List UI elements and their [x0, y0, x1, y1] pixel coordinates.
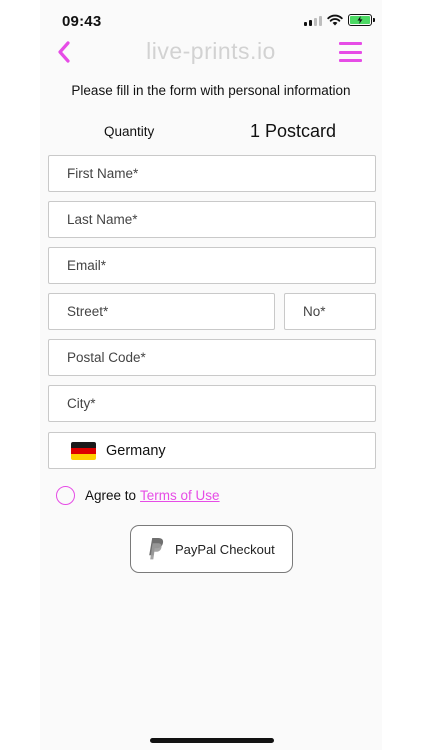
street-field — [48, 293, 275, 330]
paypal-icon — [149, 538, 164, 560]
terms-of-use-link[interactable]: Terms of Use — [140, 488, 220, 503]
first-name-field — [48, 155, 376, 192]
first-name-input[interactable] — [49, 156, 375, 191]
cellular-signal-icon — [304, 15, 322, 26]
last-name-input[interactable] — [49, 202, 375, 237]
email-field — [48, 247, 376, 284]
germany-flag-icon — [71, 441, 96, 460]
form-instruction: Please fill in the form with personal in… — [71, 83, 351, 98]
quantity-label: Quantity — [104, 124, 155, 139]
status-icons — [304, 14, 375, 26]
wifi-icon — [327, 14, 343, 26]
paypal-checkout-label: PayPal Checkout — [175, 541, 275, 557]
postal-code-field — [48, 339, 376, 376]
city-field — [48, 385, 376, 422]
email-input[interactable] — [49, 248, 375, 283]
postal-code-input[interactable] — [49, 340, 375, 375]
status-time: 09:43 — [62, 13, 102, 30]
country-select[interactable]: Germany — [48, 432, 376, 469]
country-value: Germany — [106, 442, 166, 459]
quantity-value: 1 Postcard — [250, 121, 337, 141]
house-number-field — [284, 293, 376, 330]
hamburger-menu-icon[interactable] — [339, 42, 362, 62]
paypal-checkout-button[interactable]: PayPal Checkout — [130, 525, 293, 573]
last-name-field — [48, 201, 376, 238]
app-header: live-prints.io — [40, 34, 382, 70]
city-input[interactable] — [49, 386, 375, 421]
battery-charging-icon — [348, 14, 375, 26]
terms-row: Agree to Terms of Use — [56, 486, 220, 505]
checkout-screen: 09:43 live-prints.io Please fill in the … — [0, 0, 422, 750]
brand-title: live-prints.io — [146, 38, 276, 64]
terms-radio[interactable] — [56, 486, 75, 505]
agree-label: Agree to — [85, 488, 137, 503]
street-input[interactable] — [49, 294, 274, 329]
home-indicator — [150, 738, 274, 743]
house-number-input[interactable] — [285, 294, 375, 329]
